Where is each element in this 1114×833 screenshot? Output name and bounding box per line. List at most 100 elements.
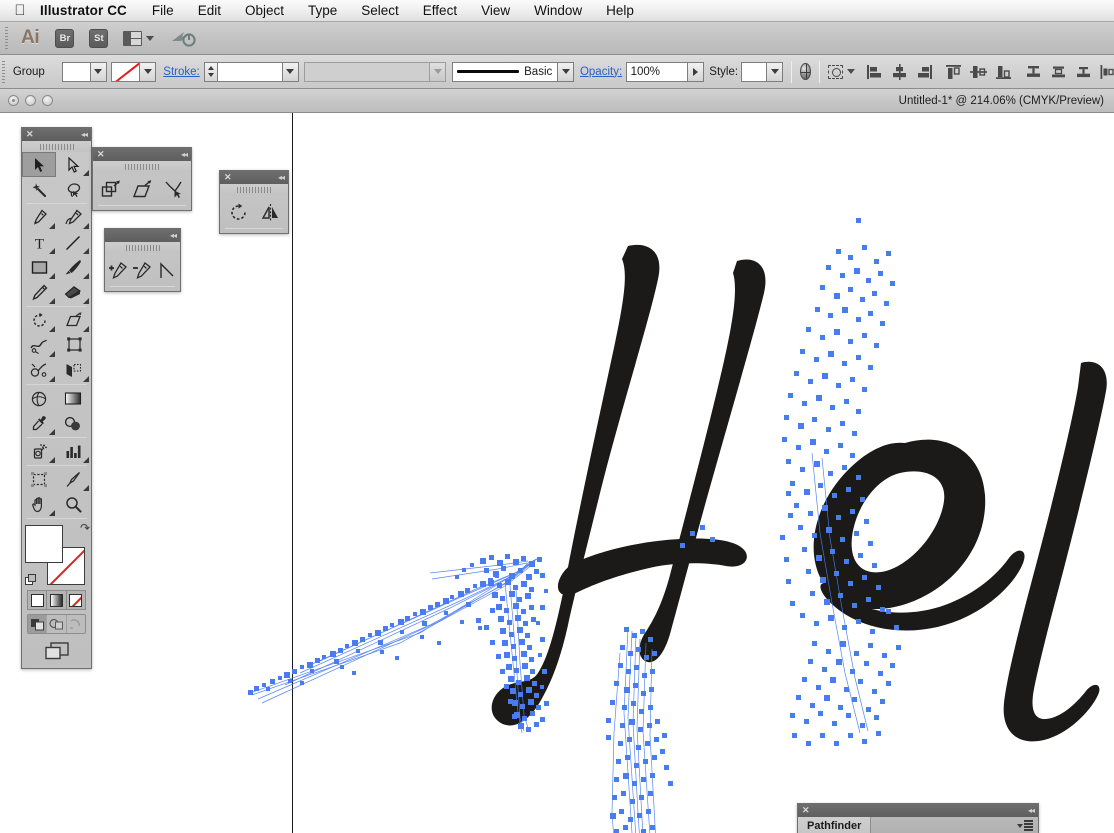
collapse-panel-icon[interactable]: ◂◂ xyxy=(1028,807,1034,815)
flyout-triangle-icon[interactable] xyxy=(49,457,55,463)
controlbar-grip[interactable] xyxy=(0,55,7,88)
flyout-triangle-icon[interactable] xyxy=(49,376,55,382)
stroke-weight-dropdown[interactable] xyxy=(283,62,299,82)
free-transform-tool[interactable] xyxy=(56,333,90,358)
stepper-down-icon[interactable] xyxy=(208,73,214,77)
column-graph-tool[interactable] xyxy=(56,439,90,464)
swap-fill-stroke-icon[interactable]: ↷ xyxy=(80,522,90,534)
variable-width-control[interactable] xyxy=(304,62,446,82)
panel-grip-icon[interactable] xyxy=(93,161,191,172)
flyout-triangle-icon[interactable] xyxy=(49,248,55,254)
pathfinder-header[interactable]: ✕ ◂◂ xyxy=(798,804,1038,817)
scale-tool[interactable] xyxy=(56,308,90,333)
transform-tearoff-panel[interactable]: ✕ ◂◂ xyxy=(92,147,192,211)
minimize-button[interactable] xyxy=(25,95,36,106)
gradient-tool[interactable] xyxy=(56,386,90,411)
lasso-tool[interactable] xyxy=(56,177,90,202)
fill-dropdown-button[interactable] xyxy=(90,63,106,81)
close-icon[interactable]: ✕ xyxy=(97,150,105,159)
zoom-button[interactable] xyxy=(42,95,53,106)
line-segment-tool[interactable] xyxy=(56,230,90,255)
distribute-bottom-icon[interactable] xyxy=(1075,64,1092,80)
flyout-triangle-icon[interactable] xyxy=(49,510,55,516)
collapse-panel-icon[interactable]: ◂◂ xyxy=(170,232,176,240)
panel-menu-icon[interactable] xyxy=(1017,820,1033,830)
shear-tool[interactable] xyxy=(127,176,157,202)
scale-tool[interactable] xyxy=(96,176,126,202)
align-left-icon[interactable] xyxy=(866,64,883,80)
launch-stock-button[interactable]: St xyxy=(89,29,108,48)
menu-app-name[interactable]: Illustrator CC xyxy=(40,3,127,18)
transform-anchor-icon[interactable] xyxy=(828,65,843,79)
workspace-switcher-icon[interactable] xyxy=(170,28,196,48)
style-dropdown-button[interactable] xyxy=(766,63,782,81)
fill-swatch[interactable] xyxy=(63,63,90,81)
document-setup-icon[interactable] xyxy=(800,63,811,80)
style-swatch[interactable] xyxy=(742,63,766,81)
artwork-svg[interactable] xyxy=(0,113,1114,833)
shape-builder-tool[interactable] xyxy=(22,358,56,383)
distribute-horizontal-icon[interactable] xyxy=(1100,64,1114,80)
none-fill-icon[interactable] xyxy=(67,591,85,609)
rotate-tearoff-header[interactable]: ✕ ◂◂ xyxy=(220,171,288,184)
menu-item-view[interactable]: View xyxy=(481,3,510,18)
appbar-grip[interactable] xyxy=(0,22,12,54)
drawing-mode-buttons[interactable] xyxy=(27,614,86,634)
perspective-grid-tool[interactable] xyxy=(56,358,90,383)
flyout-triangle-icon[interactable] xyxy=(83,457,89,463)
brush-definition-dropdown[interactable] xyxy=(557,63,573,81)
screen-mode-button[interactable] xyxy=(22,638,91,664)
flyout-triangle-icon[interactable] xyxy=(49,223,55,229)
graphic-style-control[interactable] xyxy=(741,62,783,82)
slice-tool[interactable] xyxy=(56,467,90,492)
flyout-triangle-icon[interactable] xyxy=(49,326,55,332)
fill-stroke-control[interactable]: ↷ xyxy=(25,525,88,587)
fill-swatch[interactable] xyxy=(25,525,63,563)
transform-tearoff-header[interactable]: ✕ ◂◂ xyxy=(93,148,191,161)
direct-selection-tool[interactable] xyxy=(56,152,90,177)
draw-normal-icon[interactable] xyxy=(28,615,47,633)
color-mode-buttons[interactable] xyxy=(27,590,86,610)
align-horizontal-center-icon[interactable] xyxy=(891,64,908,80)
rectangle-tool[interactable] xyxy=(22,255,56,280)
stroke-label[interactable]: Stroke: xyxy=(163,66,199,78)
artboard-tool[interactable] xyxy=(22,467,56,492)
close-icon[interactable]: ✕ xyxy=(26,130,34,139)
arrange-documents-button[interactable] xyxy=(123,31,154,46)
launch-bridge-button[interactable]: Br xyxy=(55,29,74,48)
brush-definition-control[interactable]: Basic xyxy=(452,62,574,82)
distribute-top-icon[interactable] xyxy=(1025,64,1042,80)
magic-wand-tool[interactable] xyxy=(22,177,56,202)
opacity-dropdown[interactable] xyxy=(688,62,704,82)
draw-inside-icon[interactable] xyxy=(67,615,85,633)
tab-pathfinder[interactable]: Pathfinder xyxy=(798,817,871,833)
rotate-tool[interactable] xyxy=(223,199,253,225)
transform-control[interactable] xyxy=(828,65,855,79)
pencil-tool[interactable] xyxy=(22,280,56,305)
add-anchor-point-tool[interactable] xyxy=(107,257,131,283)
flyout-triangle-icon[interactable] xyxy=(83,376,89,382)
eyedropper-tool[interactable] xyxy=(22,411,56,436)
close-icon[interactable]: ✕ xyxy=(224,173,232,182)
zoom-tool[interactable] xyxy=(56,492,90,517)
flyout-triangle-icon[interactable] xyxy=(83,248,89,254)
collapse-panel-icon[interactable]: ◂◂ xyxy=(278,174,284,182)
pen-tearoff-header[interactable]: ✕ ◂◂ xyxy=(105,229,180,242)
gradient-fill-icon[interactable] xyxy=(47,591,66,609)
curvature-tool[interactable] xyxy=(56,205,90,230)
panel-grip-icon[interactable] xyxy=(105,242,180,253)
opacity-label[interactable]: Opacity: xyxy=(580,66,622,78)
stroke-swatch-none-icon[interactable] xyxy=(112,63,139,81)
toolbox-header[interactable]: ✕ ◂◂ xyxy=(22,128,91,141)
close-icon[interactable]: ✕ xyxy=(802,806,810,815)
rotate-tool[interactable] xyxy=(22,308,56,333)
align-bottom-icon[interactable] xyxy=(995,64,1012,80)
hand-tool[interactable] xyxy=(22,492,56,517)
distribute-vertical-center-icon[interactable] xyxy=(1050,64,1067,80)
mesh-tool[interactable] xyxy=(22,386,56,411)
blend-tool[interactable] xyxy=(56,411,90,436)
default-fill-stroke-icon[interactable] xyxy=(25,574,38,587)
reshape-tool[interactable] xyxy=(158,176,188,202)
anchor-point-tool[interactable] xyxy=(154,257,178,283)
flyout-triangle-icon[interactable] xyxy=(83,298,89,304)
